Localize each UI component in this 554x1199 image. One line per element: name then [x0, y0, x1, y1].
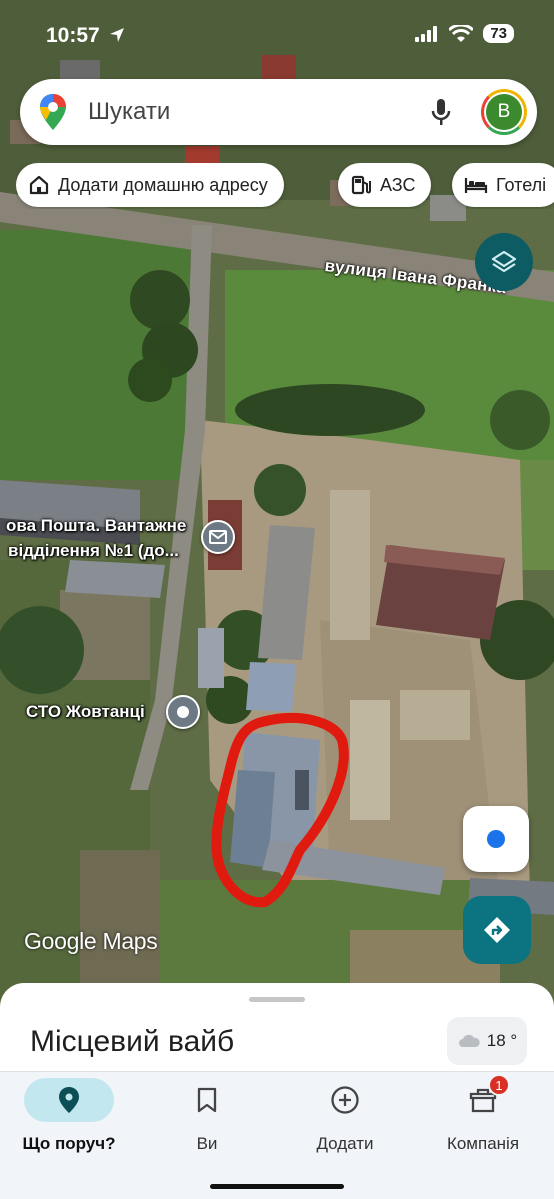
sheet-title: Місцевий вайб — [30, 1025, 235, 1058]
temperature: 18 ° — [486, 1031, 518, 1050]
chip-label: АЗС — [380, 174, 416, 195]
nav-icon-container — [300, 1078, 390, 1122]
location-pin-icon — [59, 1087, 79, 1113]
chip-label: Готелі — [496, 174, 547, 195]
category-chips: Додати домашню адресу АЗС Готелі — [16, 163, 554, 209]
directions-icon — [484, 917, 510, 943]
search-input[interactable]: Шукати — [88, 98, 423, 126]
nav-label: Компанія — [446, 1134, 520, 1153]
nav-icon-container — [162, 1078, 252, 1122]
sto-label: СТО Жовтанці — [26, 702, 145, 721]
chip-gas-stations[interactable]: АЗС — [338, 163, 432, 207]
account-avatar[interactable]: B — [481, 89, 527, 135]
post-office-pin[interactable] — [201, 520, 235, 554]
fuel-icon — [351, 175, 371, 195]
my-location-icon — [487, 830, 505, 848]
battery-indicator: 73 — [483, 24, 514, 43]
google-maps-pin-icon — [40, 94, 66, 130]
sheet-drag-handle[interactable] — [249, 997, 305, 1002]
layers-icon — [491, 250, 517, 273]
my-location-button[interactable] — [463, 806, 529, 872]
microphone-icon — [431, 99, 451, 125]
dot-icon — [177, 706, 189, 718]
post-office-label-line2: відділення №1 (до... — [8, 541, 179, 560]
nav-icon-container: 1 — [438, 1074, 528, 1122]
location-arrow-icon — [109, 28, 124, 42]
add-circle-icon — [331, 1086, 359, 1114]
cloud-icon — [458, 1034, 480, 1047]
bottom-navigation: Що поруч? Ви Додати 1 Компанія — [0, 1071, 554, 1199]
layers-button[interactable] — [475, 233, 533, 291]
nav-you[interactable]: Ви — [138, 1078, 276, 1154]
bookmark-icon — [197, 1087, 217, 1113]
cellular-signal-icon — [415, 25, 438, 42]
nav-contribute[interactable]: Додати — [276, 1078, 414, 1154]
nav-explore[interactable]: Що поруч? — [0, 1078, 138, 1154]
status-time: 10:57 — [46, 24, 126, 48]
home-icon — [29, 175, 49, 195]
home-indicator — [210, 1184, 344, 1189]
wifi-icon — [449, 24, 474, 42]
nav-icon-container — [24, 1078, 114, 1122]
nav-label: Що поруч? — [22, 1134, 116, 1153]
post-office-label-line1: ова Пошта. Вантажне — [6, 516, 187, 535]
status-icons: 73 — [415, 24, 514, 43]
search-bar[interactable]: Шукати B — [20, 79, 537, 145]
status-bar: 10:57 73 — [0, 0, 554, 70]
clock: 10:57 — [46, 24, 100, 47]
notification-badge: 1 — [488, 1074, 510, 1096]
weather-chip[interactable]: 18 ° — [447, 1017, 527, 1065]
nav-label: Ви — [196, 1134, 218, 1153]
chip-add-home[interactable]: Додати домашню адресу — [16, 163, 284, 207]
mail-icon — [209, 530, 227, 544]
avatar-letter: B — [486, 94, 522, 130]
bed-icon — [464, 178, 488, 193]
nav-label: Додати — [316, 1134, 374, 1153]
nav-business[interactable]: 1 Компанія — [414, 1074, 552, 1154]
sto-pin[interactable] — [166, 695, 200, 729]
chip-label: Додати домашню адресу — [58, 174, 268, 195]
voice-search-button[interactable] — [423, 94, 459, 130]
chip-hotels[interactable]: Готелі — [452, 163, 554, 207]
directions-button[interactable] — [463, 896, 531, 964]
google-maps-logo: Google Maps — [24, 928, 158, 954]
